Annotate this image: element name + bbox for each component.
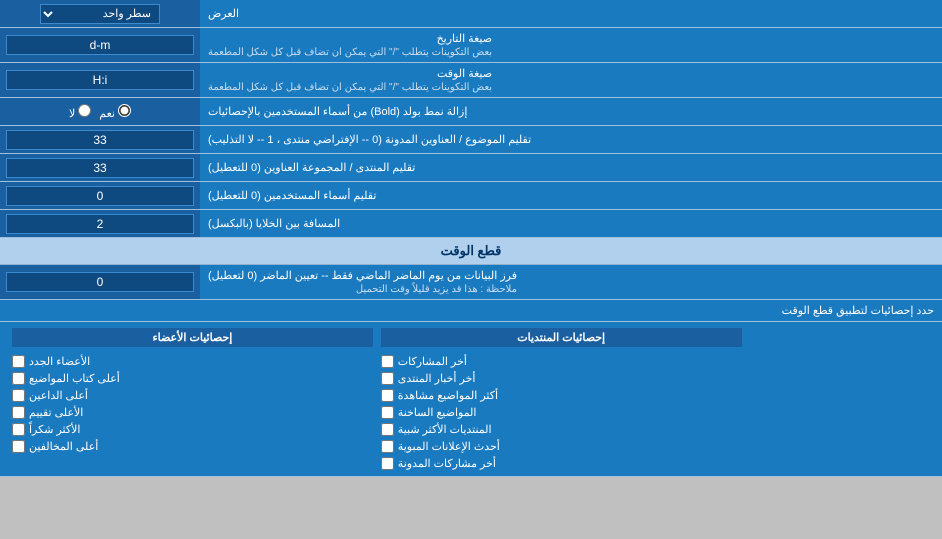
checkbox-top-posters[interactable]: [12, 372, 25, 385]
radio-yes[interactable]: [118, 104, 131, 117]
cell-gap-label: المسافة بين الخلايا (بالبكسل): [200, 210, 942, 237]
checkbox-item-news: أخر أخبار المنتدى: [381, 372, 742, 385]
mode-select[interactable]: سطر واحد سطرين ثلاثة أسطر: [40, 4, 160, 24]
display-label: العرض: [200, 0, 942, 27]
bold-remove-radio-area: نعم لا: [0, 98, 200, 125]
forum-group-row: تقليم المنتدى / المجموعة العناوين (0 للت…: [0, 154, 942, 182]
limit-row: حدد إحصائيات لتطبيق قطع الوقت: [0, 300, 942, 322]
checkbox-item-blog: أخر مشاركات المدونة: [381, 457, 742, 470]
time-format-input[interactable]: [6, 70, 194, 90]
checkbox-item-top-inviters: أعلى الداعين: [12, 389, 373, 402]
usernames-row: تقليم أسماء المستخدمين (0 للتعطيل): [0, 182, 942, 210]
date-format-input[interactable]: [6, 35, 194, 55]
checkbox-top-inviters[interactable]: [12, 389, 25, 402]
bold-remove-row: إزالة نمط بولد (Bold) من أسماء المستخدمي…: [0, 98, 942, 126]
checkbox-item-posts: أخر المشاركات: [381, 355, 742, 368]
checkbox-new-members[interactable]: [12, 355, 25, 368]
cutoff-days-label: فرز البيانات من يوم الماضر الماضي فقط --…: [200, 265, 942, 299]
usernames-input-area: [0, 182, 200, 209]
checkbox-ads[interactable]: [381, 440, 394, 453]
checkbox-item-new-members: الأعضاء الجدد: [12, 355, 373, 368]
col2-title: إحصائيات المنتديات: [381, 328, 742, 347]
forum-group-input[interactable]: [6, 158, 194, 178]
cutoff-days-row: فرز البيانات من يوم الماضر الماضي فقط --…: [0, 265, 942, 300]
checkbox-similar[interactable]: [381, 423, 394, 436]
mode-select-area: سطر واحد سطرين ثلاثة أسطر: [0, 0, 200, 27]
topic-title-input-area: [0, 126, 200, 153]
topic-title-input[interactable]: [6, 130, 194, 150]
cell-gap-input-area: [0, 210, 200, 237]
date-format-label: صيغة التاريخ بعض التكوينات يتطلب "/" الت…: [200, 28, 942, 62]
bold-remove-label: إزالة نمط بولد (Bold) من أسماء المستخدمي…: [200, 98, 942, 125]
checkbox-item-top-posters: أعلى كتاب المواضيع: [12, 372, 373, 385]
col1-title: إحصائيات الأعضاء: [12, 328, 373, 347]
usernames-label: تقليم أسماء المستخدمين (0 للتعطيل): [200, 182, 942, 209]
topic-title-row: تقليم الموضوع / العناوين المدونة (0 -- ا…: [0, 126, 942, 154]
cutoff-days-input-area: [0, 265, 200, 299]
checkbox-item-most-thanked: الأكثر شكراً: [12, 423, 373, 436]
checkbox-most-thanked[interactable]: [12, 423, 25, 436]
checkbox-item-views: أكثر المواضيع مشاهدة: [381, 389, 742, 402]
checkbox-blog[interactable]: [381, 457, 394, 470]
checkbox-posts[interactable]: [381, 355, 394, 368]
checkbox-hot[interactable]: [381, 406, 394, 419]
checkbox-item-hot: المواضيع الساخنة: [381, 406, 742, 419]
checkbox-item-ads: أحدث الإعلانات المبوية: [381, 440, 742, 453]
topic-title-label: تقليم الموضوع / العناوين المدونة (0 -- ا…: [200, 126, 942, 153]
checkbox-grid: إحصائيات المنتديات أخر المشاركات أخر أخب…: [8, 328, 934, 470]
time-format-row: صيغة الوقت بعض التكوينات يتطلب "/" التي …: [0, 63, 942, 98]
time-format-label: صيغة الوقت بعض التكوينات يتطلب "/" التي …: [200, 63, 942, 97]
radio-yes-label: نعم: [99, 104, 131, 120]
forum-group-input-area: [0, 154, 200, 181]
col-members: إحصائيات الأعضاء الأعضاء الجدد أعلى كتاب…: [8, 328, 377, 470]
col-forums: إحصائيات المنتديات أخر المشاركات أخر أخب…: [377, 328, 746, 470]
checkbox-item-top-rated: الأعلى تقييم: [12, 406, 373, 419]
usernames-input[interactable]: [6, 186, 194, 206]
date-format-row: صيغة التاريخ بعض التكوينات يتطلب "/" الت…: [0, 28, 942, 63]
checkbox-views[interactable]: [381, 389, 394, 402]
cell-gap-input[interactable]: [6, 214, 194, 234]
checkbox-item-similar: المنتديات الأكثر شبية: [381, 423, 742, 436]
cutoff-section-header: قطع الوقت: [0, 238, 942, 265]
checkboxes-section: إحصائيات المنتديات أخر المشاركات أخر أخب…: [0, 322, 942, 477]
forum-group-label: تقليم المنتدى / المجموعة العناوين (0 للت…: [200, 154, 942, 181]
cell-gap-row: المسافة بين الخلايا (بالبكسل): [0, 210, 942, 238]
checkbox-news[interactable]: [381, 372, 394, 385]
cutoff-days-input[interactable]: [6, 272, 194, 292]
radio-no-label: لا: [69, 104, 91, 120]
radio-no[interactable]: [78, 104, 91, 117]
checkbox-top-violators[interactable]: [12, 440, 25, 453]
checkbox-top-rated[interactable]: [12, 406, 25, 419]
col-empty: [746, 328, 934, 470]
date-format-input-area: [0, 28, 200, 62]
time-format-input-area: [0, 63, 200, 97]
checkbox-item-top-violators: أعلى المخالفين: [12, 440, 373, 453]
